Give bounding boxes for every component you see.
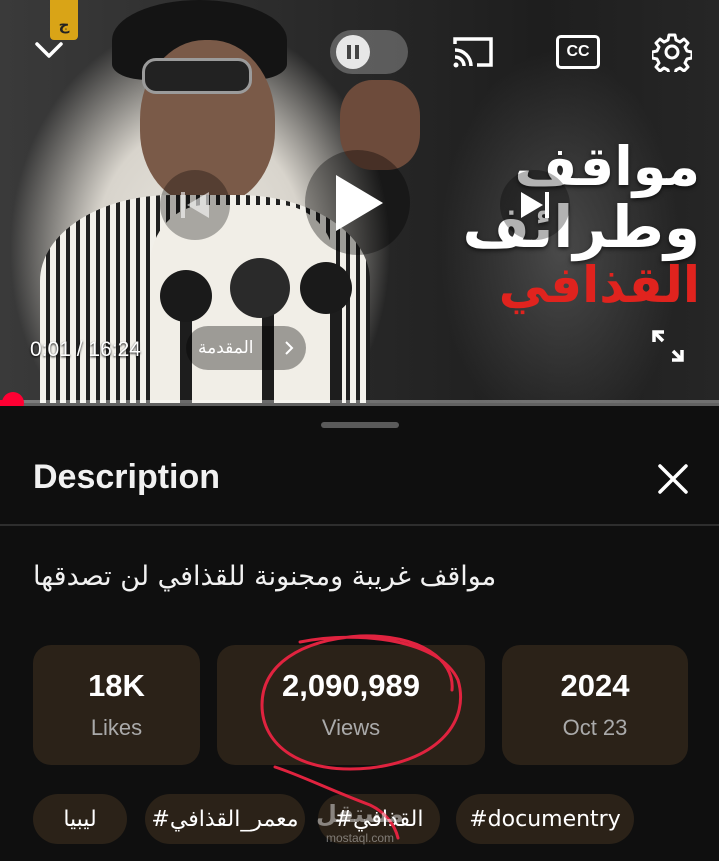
overlay-title-line3: القذافي [498, 256, 700, 314]
chapter-button[interactable]: المقدمة [186, 326, 306, 370]
video-title: مواقف غريبة ومجنونة للقذافي لن تصدقها [33, 561, 497, 592]
skip-next-icon [521, 192, 549, 218]
close-button[interactable] [648, 456, 698, 502]
microphone [300, 262, 352, 314]
watermark-site: mostaql.com [326, 831, 395, 845]
previous-video-button[interactable] [160, 170, 230, 240]
time-current: 0:01 [30, 338, 71, 361]
likes-stat: 18K Likes [33, 645, 200, 765]
chevron-right-icon [285, 341, 294, 355]
description-panel: Description مواقف غريبة ومجنونة للقذافي … [0, 406, 719, 861]
next-video-button[interactable] [500, 170, 570, 240]
video-player[interactable]: ج مواقف وطرائف القذافي CC 0:01 / 16:24 ا… [0, 0, 719, 403]
views-stat: 2,090,989 Views [217, 645, 485, 765]
description-header: Description [33, 458, 221, 496]
views-label: Views [321, 715, 381, 741]
collapse-button[interactable] [26, 28, 72, 72]
microphone-stand [330, 305, 342, 403]
fullscreen-button[interactable] [644, 322, 692, 370]
date-year: 2024 [560, 667, 630, 703]
likes-label: Likes [90, 715, 143, 741]
microphone [230, 258, 290, 318]
pause-icon [347, 45, 359, 59]
time-total: 16:24 [88, 338, 141, 361]
autoplay-toggle[interactable] [330, 30, 408, 74]
hashtag-chip[interactable]: #معمر_القذافي [145, 794, 305, 844]
microphone [160, 270, 212, 322]
cast-button[interactable] [448, 30, 498, 74]
views-value: 2,090,989 [282, 667, 420, 703]
cc-icon: CC [556, 35, 600, 69]
header-divider [0, 524, 719, 526]
chevron-down-icon [35, 42, 63, 58]
playback-time: 0:01 / 16:24 [30, 338, 141, 362]
hashtag-chip[interactable]: #documentry [456, 794, 634, 844]
watermark-brand: مستقل [316, 800, 404, 828]
settings-button[interactable] [648, 28, 696, 76]
gear-icon [652, 33, 692, 72]
cast-icon [453, 37, 493, 68]
play-button[interactable] [305, 150, 410, 255]
hashtag-chip[interactable]: ليبيا [33, 794, 127, 844]
captions-button[interactable]: CC [553, 30, 603, 74]
autoplay-knob [336, 35, 370, 69]
fullscreen-icon [652, 330, 684, 362]
date-day: Oct 23 [562, 715, 628, 741]
time-separator: / [70, 338, 89, 361]
chapter-label: المقدمة [198, 338, 254, 358]
skip-previous-icon [181, 192, 209, 218]
play-icon [335, 174, 383, 231]
drag-handle[interactable] [321, 422, 399, 428]
date-stat: 2024 Oct 23 [502, 645, 688, 765]
likes-value: 18K [88, 667, 145, 703]
video-frame-sunglasses [142, 58, 252, 94]
close-icon [658, 464, 688, 494]
